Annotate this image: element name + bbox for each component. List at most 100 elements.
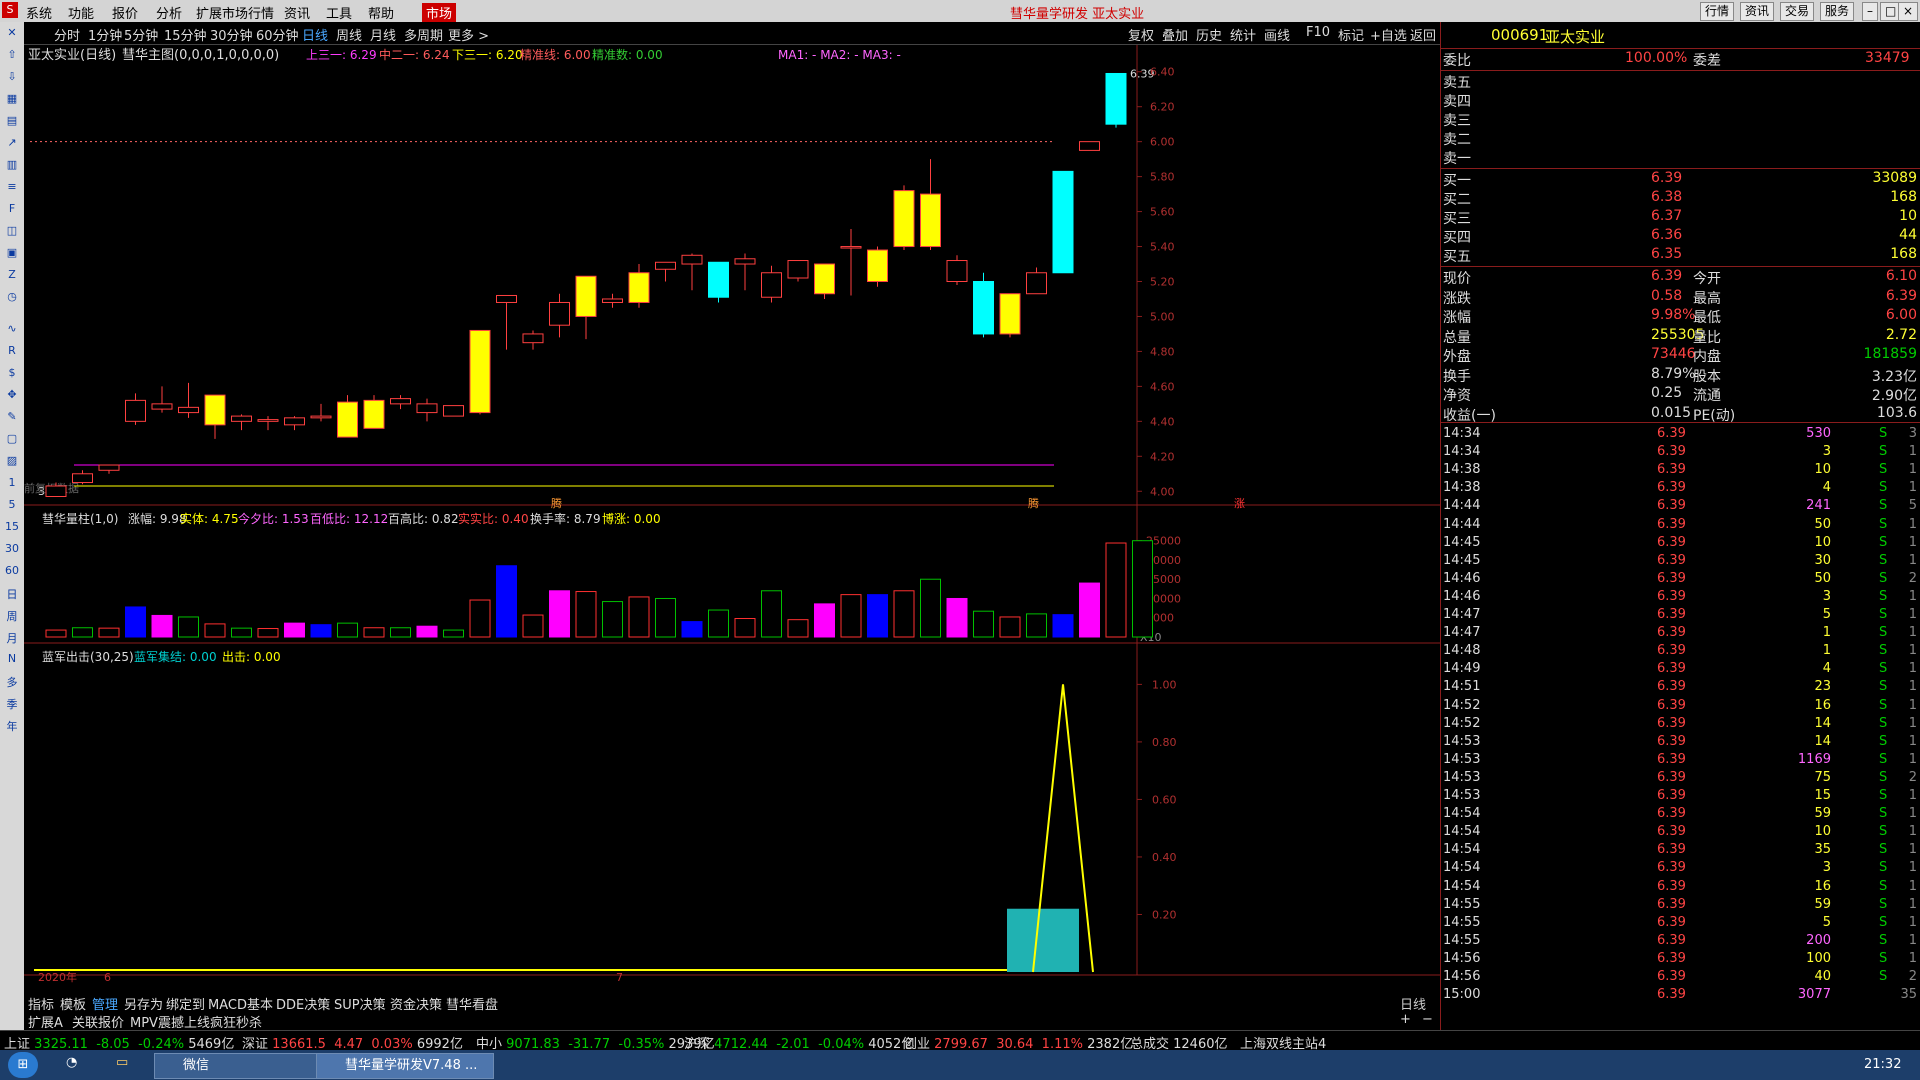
tab-miaosha[interactable]: 疯狂秒杀	[210, 1012, 262, 1031]
period-15-icon[interactable]: 15	[4, 520, 20, 534]
dollar-icon[interactable]: $	[4, 366, 20, 380]
candle[interactable]	[363, 395, 385, 429]
btn-back[interactable]: 返回	[1410, 25, 1436, 44]
period-week-icon[interactable]: 周	[4, 608, 20, 623]
tab-kanpan[interactable]: 彗华看盘	[446, 994, 498, 1013]
tab-sup[interactable]: SUP决策	[334, 994, 386, 1013]
candle[interactable]	[1079, 141, 1100, 151]
volume-bar[interactable]	[1052, 614, 1074, 638]
btn-mark[interactable]: 标记	[1338, 25, 1364, 44]
start-button-icon[interactable]: ⊞	[8, 1052, 38, 1078]
volume-bar[interactable]	[522, 614, 544, 638]
btn-f10[interactable]: F10	[1306, 25, 1330, 40]
volume-bar[interactable]	[204, 623, 226, 638]
btn-overlay[interactable]: 叠加	[1162, 25, 1188, 44]
tab-5min[interactable]: 5分钟	[124, 25, 158, 44]
candle[interactable]	[1052, 170, 1074, 274]
folder-icon[interactable]: ▭	[116, 1055, 128, 1070]
candle[interactable]	[973, 272, 994, 338]
arrow-down-icon[interactable]: ⇩	[4, 70, 20, 84]
period-day-icon[interactable]: 日	[4, 586, 20, 601]
volume-bar[interactable]	[151, 614, 173, 638]
period-60-icon[interactable]: 60	[4, 564, 20, 578]
tab-60min[interactable]: 60分钟	[256, 25, 299, 44]
kline-chart[interactable]: 亚太实业(日线) 彗华主图(0,0,0,1,0,0,0,0) 上三一: 6.29…	[24, 45, 1440, 995]
volume-bar[interactable]	[920, 578, 941, 638]
candle[interactable]	[1105, 72, 1127, 128]
tab-more[interactable]: 更多 >	[448, 25, 489, 44]
volume-bar[interactable]	[231, 627, 252, 638]
volume-bar[interactable]	[72, 627, 93, 638]
volume-bar[interactable]	[284, 622, 305, 638]
tab-template[interactable]: 模板	[60, 994, 86, 1013]
zoom-out-button[interactable]: −	[1422, 1012, 1433, 1027]
menu-quote[interactable]: 报价	[112, 3, 138, 22]
volume-bar[interactable]	[469, 599, 491, 638]
task-huihua[interactable]: 彗华量学研发V7.48 ...	[316, 1053, 494, 1079]
volume-bar[interactable]	[496, 565, 517, 638]
tab-ext-a[interactable]: 扩展A	[28, 1012, 63, 1031]
period-1-icon[interactable]: 1	[4, 476, 20, 490]
volume-bar[interactable]	[257, 628, 279, 638]
zoom-in-button[interactable]: +	[1400, 1012, 1411, 1027]
volume-bar[interactable]	[708, 609, 729, 638]
f10-icon[interactable]: F	[4, 202, 20, 216]
arrow-up-icon[interactable]: ⇧	[4, 48, 20, 62]
period-5-icon[interactable]: 5	[4, 498, 20, 512]
menu-news[interactable]: 资讯	[284, 3, 310, 22]
app-logo-icon[interactable]: S	[2, 2, 18, 18]
volume-bar[interactable]	[337, 622, 358, 638]
volume-bar[interactable]	[867, 594, 888, 638]
volume-bar[interactable]	[125, 606, 146, 638]
btn-add-fav[interactable]: +自选	[1370, 25, 1407, 44]
candle[interactable]	[469, 329, 491, 415]
volume-bar[interactable]	[681, 621, 703, 638]
tab-saveas[interactable]: 另存为	[124, 994, 163, 1013]
volume-bar[interactable]	[999, 616, 1021, 638]
menu-market[interactable]: 市场	[422, 3, 457, 22]
tab-month[interactable]: 月线	[370, 25, 396, 44]
image-icon[interactable]: ▨	[4, 454, 20, 468]
volume-bar[interactable]	[814, 603, 835, 638]
tab-bind[interactable]: 绑定到	[166, 994, 205, 1013]
candle[interactable]	[443, 405, 464, 417]
list-icon[interactable]: ≡	[4, 180, 20, 194]
period-month-icon[interactable]: 月	[4, 630, 20, 645]
task-wechat[interactable]: 微信	[154, 1053, 332, 1079]
volume-bar[interactable]	[443, 629, 464, 638]
btn-stats[interactable]: 统计	[1230, 25, 1256, 44]
tab-mpv[interactable]: MPV震撼上线	[130, 1012, 210, 1031]
trend-icon[interactable]: ↗	[4, 136, 20, 150]
close-icon[interactable]: ✕	[4, 26, 20, 40]
period-multi-icon[interactable]: 多	[4, 674, 20, 689]
volume-bar[interactable]	[761, 590, 782, 638]
fz-icon[interactable]: Z	[4, 268, 20, 282]
volume-bar[interactable]	[416, 625, 438, 638]
btn-quote[interactable]: 行情	[1700, 2, 1735, 21]
btn-fuquan[interactable]: 复权	[1128, 25, 1154, 44]
volume-bar[interactable]	[390, 627, 411, 638]
volume-bar[interactable]	[363, 627, 385, 638]
volume-bar[interactable]	[602, 601, 623, 638]
tab-15min[interactable]: 15分钟	[164, 25, 207, 44]
volume-bar[interactable]	[45, 629, 67, 638]
move-icon[interactable]: ✥	[4, 388, 20, 402]
volume-bar[interactable]	[946, 597, 968, 638]
calc-icon[interactable]: ▣	[4, 246, 20, 260]
tab-multi[interactable]: 多周期	[404, 25, 443, 44]
tab-1min[interactable]: 1分钟	[88, 25, 122, 44]
table-icon[interactable]: ▤	[4, 114, 20, 128]
tab-related[interactable]: 关联报价	[72, 1012, 124, 1031]
volume-bar[interactable]	[575, 591, 597, 638]
ie-icon[interactable]: ◔	[66, 1055, 77, 1070]
menu-tools[interactable]: 工具	[326, 3, 352, 22]
menu-analysis[interactable]: 分析	[156, 3, 182, 22]
volume-bar[interactable]	[787, 619, 809, 638]
volume-bar[interactable]	[549, 590, 570, 638]
candle[interactable]	[708, 261, 729, 303]
close-icon[interactable]: ×	[1898, 2, 1919, 21]
volume-bar[interactable]	[1105, 542, 1127, 638]
volume-bar[interactable]	[628, 596, 650, 638]
candle[interactable]	[814, 263, 835, 299]
tab-30min[interactable]: 30分钟	[210, 25, 253, 44]
